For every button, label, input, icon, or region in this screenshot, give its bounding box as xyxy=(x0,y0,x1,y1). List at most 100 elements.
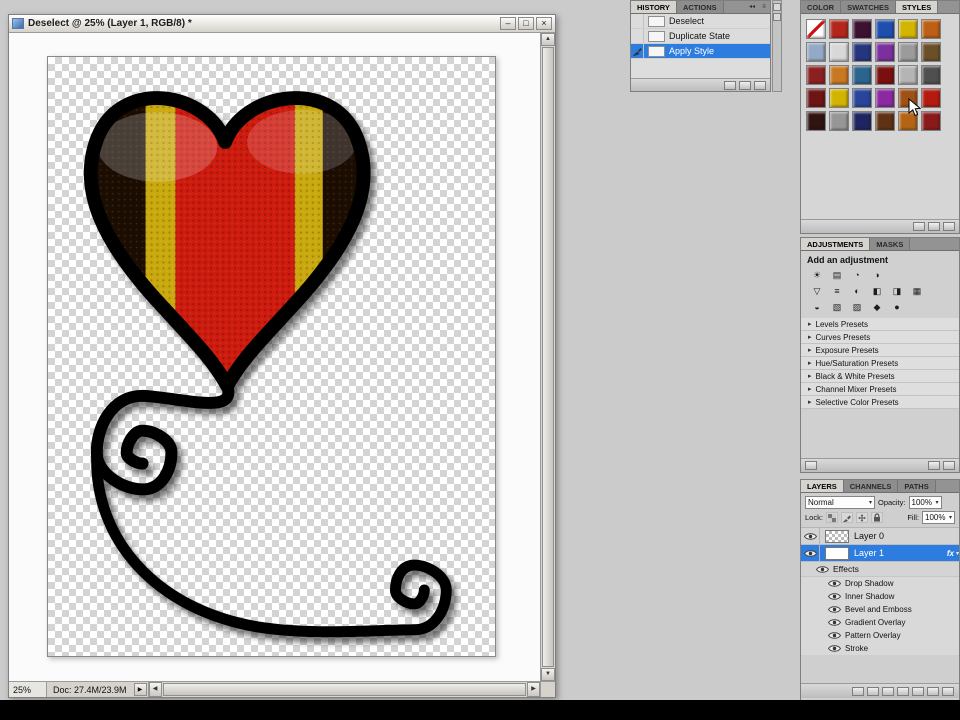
exposure-icon[interactable]: ◑ xyxy=(869,269,885,281)
style-swatch[interactable] xyxy=(806,65,826,85)
visibility-eye-icon[interactable] xyxy=(827,592,841,601)
tab-adjustments[interactable]: ADJUSTMENTS xyxy=(801,238,871,250)
style-swatch[interactable] xyxy=(875,42,895,62)
curves-icon[interactable]: ◔ xyxy=(849,269,865,281)
new-snapshot-button[interactable] xyxy=(739,80,751,90)
reset-adjustment-button[interactable] xyxy=(928,461,940,470)
channel-mixer-icon[interactable]: ▦ xyxy=(909,285,925,297)
style-swatch[interactable] xyxy=(829,19,849,39)
levels-icon[interactable]: ▤ xyxy=(829,269,845,281)
dock-grip[interactable] xyxy=(773,13,781,21)
clear-style-button[interactable] xyxy=(913,222,925,231)
add-layer-mask-button[interactable] xyxy=(882,686,894,696)
preset-row[interactable]: ▸ Hue/Saturation Presets xyxy=(801,357,959,370)
visibility-eye-icon[interactable] xyxy=(827,618,841,627)
delete-adjustment-button[interactable] xyxy=(943,461,955,470)
style-swatch[interactable] xyxy=(806,19,826,39)
history-brush-gutter[interactable] xyxy=(631,14,644,28)
style-swatch[interactable] xyxy=(898,65,918,85)
style-swatch[interactable] xyxy=(875,88,895,108)
style-swatch[interactable] xyxy=(829,88,849,108)
scroll-right-icon[interactable]: ▶ xyxy=(527,682,540,697)
close-button[interactable]: × xyxy=(536,17,552,30)
fill-input[interactable]: 100% ▾ xyxy=(922,511,955,524)
style-swatch[interactable] xyxy=(875,111,895,131)
tab-styles[interactable]: STYLES xyxy=(896,1,939,13)
style-swatch[interactable] xyxy=(898,19,918,39)
effect-row[interactable]: Stroke xyxy=(801,642,959,655)
preset-row[interactable]: ▸ Levels Presets xyxy=(801,318,959,331)
document-window[interactable]: Deselect @ 25% (Layer 1, RGB/8) * – □ × xyxy=(8,14,556,698)
style-swatch[interactable] xyxy=(806,111,826,131)
new-layer-button[interactable] xyxy=(927,686,939,696)
layer-row-layer0[interactable]: Layer 0 xyxy=(801,528,959,545)
collapse-panel-icon[interactable]: ◂◂ xyxy=(746,1,758,13)
opacity-input[interactable]: 100% ▾ xyxy=(908,496,942,509)
style-swatch[interactable] xyxy=(875,65,895,85)
black-white-icon[interactable]: ◧ xyxy=(869,285,885,297)
effect-row[interactable]: Pattern Overlay xyxy=(801,629,959,642)
new-style-button[interactable] xyxy=(928,222,940,231)
layer-effects-badge[interactable]: fx xyxy=(947,549,956,558)
color-balance-icon[interactable]: ◐ xyxy=(849,285,865,297)
tab-channels[interactable]: CHANNELS xyxy=(843,480,899,492)
effect-row[interactable]: Gradient Overlay xyxy=(801,616,959,629)
document-titlebar[interactable]: Deselect @ 25% (Layer 1, RGB/8) * – □ × xyxy=(9,15,555,33)
preset-row[interactable]: ▸ Curves Presets xyxy=(801,331,959,344)
preset-row[interactable]: ▸ Exposure Presets xyxy=(801,344,959,357)
layer-row-layer1[interactable]: Layer 1 fx ▾ xyxy=(801,545,959,562)
vertical-scroll-thumb[interactable] xyxy=(542,47,554,667)
hue-saturation-icon[interactable]: ≡ xyxy=(829,285,845,297)
tab-layers[interactable]: LAYERS xyxy=(801,480,844,492)
style-swatch[interactable] xyxy=(852,65,872,85)
gradient-map-icon[interactable]: ◆ xyxy=(869,301,885,313)
visibility-eye-icon[interactable] xyxy=(801,545,820,561)
history-brush-gutter[interactable] xyxy=(631,44,644,58)
history-item[interactable]: Deselect xyxy=(631,14,770,29)
style-swatch[interactable] xyxy=(921,42,941,62)
blend-mode-select[interactable]: Normal ▾ xyxy=(805,496,875,509)
history-item[interactable]: Duplicate State xyxy=(631,29,770,44)
collapse-effects-icon[interactable]: ▾ xyxy=(956,550,959,557)
layer-thumbnail[interactable] xyxy=(825,529,849,543)
style-swatch[interactable] xyxy=(921,111,941,131)
horizontal-scrollbar[interactable]: ◀ ▶ xyxy=(147,682,540,697)
scroll-down-icon[interactable]: ▼ xyxy=(541,668,555,681)
style-swatch[interactable] xyxy=(829,65,849,85)
visibility-eye-icon[interactable] xyxy=(801,528,820,544)
zoom-level[interactable]: 25% xyxy=(9,682,47,697)
visibility-eye-icon[interactable] xyxy=(827,605,841,614)
style-swatch[interactable] xyxy=(852,19,872,39)
status-popup-button[interactable]: ▶ xyxy=(133,683,147,696)
preset-row[interactable]: ▸ Black & White Presets xyxy=(801,370,959,383)
visibility-eye-icon[interactable] xyxy=(827,579,841,588)
preset-row[interactable]: ▸ Channel Mixer Presets xyxy=(801,383,959,396)
posterize-icon[interactable]: ▧ xyxy=(829,301,845,313)
lock-position-icon[interactable] xyxy=(855,512,868,523)
link-layers-button[interactable] xyxy=(852,686,864,696)
layer-thumbnail[interactable] xyxy=(825,546,849,560)
delete-state-button[interactable] xyxy=(754,80,766,90)
maximize-button[interactable]: □ xyxy=(518,17,534,30)
collapse-dock-button[interactable] xyxy=(773,3,781,11)
document-canvas[interactable] xyxy=(47,56,496,657)
tab-color[interactable]: COLOR xyxy=(801,1,842,13)
style-swatch[interactable] xyxy=(829,111,849,131)
style-swatch[interactable] xyxy=(921,65,941,85)
brightness-contrast-icon[interactable]: ☀ xyxy=(809,269,825,281)
vertical-scrollbar[interactable]: ▲ ▼ xyxy=(540,33,555,681)
preset-row[interactable]: ▸ Selective Color Presets xyxy=(801,396,959,409)
threshold-icon[interactable]: ▨ xyxy=(849,301,865,313)
add-layer-style-button[interactable] xyxy=(867,686,879,696)
visibility-eye-icon[interactable] xyxy=(827,644,841,653)
switch-panel-view-button[interactable] xyxy=(805,461,817,470)
delete-style-button[interactable] xyxy=(943,222,955,231)
delete-layer-button[interactable] xyxy=(942,686,954,696)
effects-header-row[interactable]: Effects xyxy=(801,562,959,577)
new-document-from-state-button[interactable] xyxy=(724,80,736,90)
lock-all-icon[interactable] xyxy=(870,512,883,523)
effect-row[interactable]: Inner Shadow xyxy=(801,590,959,603)
new-group-button[interactable] xyxy=(912,686,924,696)
photo-filter-icon[interactable]: ◨ xyxy=(889,285,905,297)
style-swatch[interactable] xyxy=(898,42,918,62)
